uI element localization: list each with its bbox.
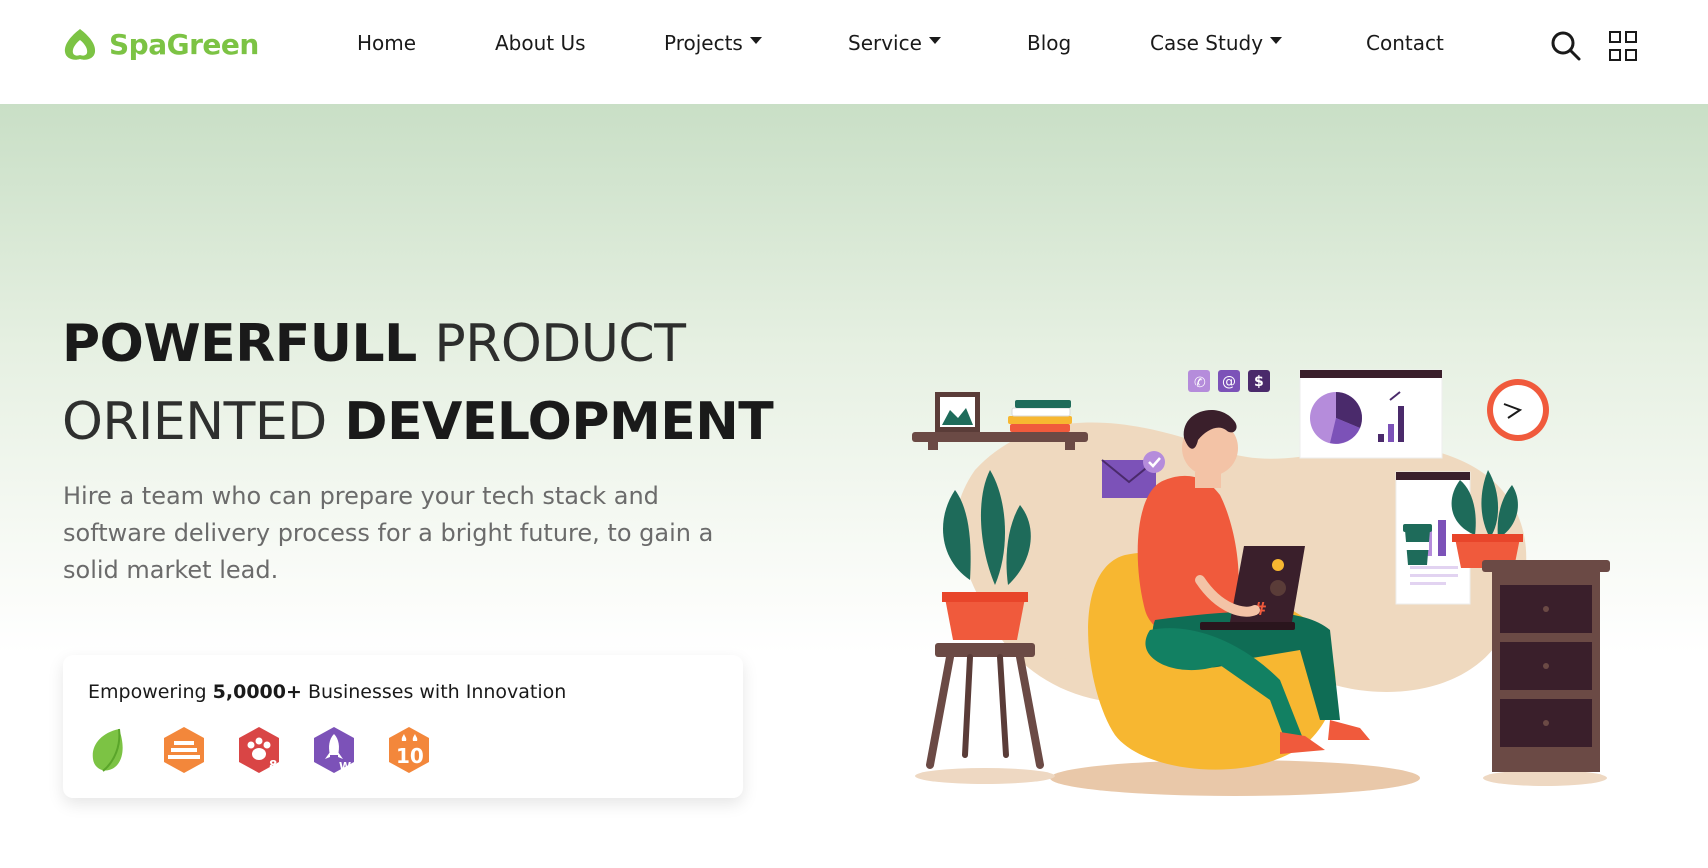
headline-line-1: POWERFULL PRODUCT bbox=[62, 305, 773, 383]
rocket-brand-icon[interactable]: W bbox=[309, 725, 359, 775]
contact-chips: ✆ @ $ bbox=[1188, 370, 1270, 392]
nav-projects-label: Projects bbox=[664, 31, 743, 55]
pie-chart-card bbox=[1299, 369, 1443, 459]
svg-text:$: $ bbox=[1254, 374, 1264, 390]
trust-text-count: 5,0000+ bbox=[212, 681, 302, 703]
nav-about-label: About Us bbox=[495, 31, 586, 55]
svg-text:✆: ✆ bbox=[1194, 375, 1206, 391]
nav-projects[interactable]: Projects bbox=[664, 31, 762, 55]
headline-bold-2: DEVELOPMENT bbox=[344, 392, 774, 452]
nav-blog[interactable]: Blog bbox=[1027, 31, 1071, 55]
search-button[interactable] bbox=[1550, 30, 1582, 62]
trust-card: Empowering 5,0000+ Businesses with Innov… bbox=[63, 655, 743, 798]
stack-brand-icon[interactable] bbox=[159, 725, 209, 775]
nav-case-study[interactable]: Case Study bbox=[1150, 31, 1283, 55]
logo-text: SpaGreen bbox=[109, 27, 259, 61]
headline-thin-1: PRODUCT bbox=[434, 314, 686, 374]
hero-subtitle: Hire a team who can prepare your tech st… bbox=[63, 482, 714, 584]
nav-home[interactable]: Home bbox=[357, 31, 416, 55]
nav-contact[interactable]: Contact bbox=[1366, 31, 1444, 55]
headline-thin-2: ORIENTED bbox=[62, 392, 327, 452]
chevron-down-icon bbox=[928, 36, 941, 44]
rocket-badge: W bbox=[339, 760, 351, 773]
logo[interactable]: SpaGreen bbox=[61, 26, 259, 62]
nav-service-label: Service bbox=[848, 31, 922, 55]
headline-bold-1: POWERFULL bbox=[62, 314, 417, 374]
trust-text-suffix: Businesses with Innovation bbox=[307, 681, 567, 703]
nav-service[interactable]: Service bbox=[848, 31, 941, 55]
search-icon bbox=[1551, 31, 1581, 61]
headline-line-2: ORIENTED DEVELOPMENT bbox=[62, 383, 774, 461]
hero-headline: POWERFULL PRODUCT ORIENTED DEVELOPMENT bbox=[62, 305, 774, 461]
nav-contact-label: Contact bbox=[1366, 31, 1444, 55]
nav-case-study-label: Case Study bbox=[1150, 31, 1264, 55]
paw-brand-icon[interactable]: 8 bbox=[234, 725, 284, 775]
wall-shelf bbox=[912, 392, 1088, 450]
trust-text-prefix: Empowering bbox=[88, 681, 207, 703]
clock-icon bbox=[1487, 379, 1549, 441]
plant-cabinet bbox=[1451, 470, 1523, 568]
leaf-brand-icon[interactable] bbox=[85, 725, 135, 775]
hero-illustration: ✆ @ $ # bbox=[912, 369, 1610, 796]
floor-shadow bbox=[1483, 770, 1607, 786]
ten-badge: 10 bbox=[396, 744, 424, 768]
svg-text:@: @ bbox=[1222, 374, 1236, 390]
site-header: SpaGreen Home About Us Projects Service … bbox=[0, 0, 1708, 104]
grid-menu-button[interactable] bbox=[1609, 31, 1637, 61]
blob-dot bbox=[1046, 658, 1080, 682]
logo-icon bbox=[64, 29, 96, 60]
cabinet bbox=[1482, 560, 1610, 772]
nav-home-label: Home bbox=[357, 31, 417, 55]
chevron-down-icon bbox=[749, 36, 762, 44]
chevron-down-icon bbox=[1270, 36, 1283, 44]
nav-about-us[interactable]: About Us bbox=[495, 31, 586, 55]
floor-shadow bbox=[915, 768, 1055, 784]
blob-dot bbox=[1264, 464, 1296, 486]
trust-text: Empowering 5,0000+ Businesses with Innov… bbox=[88, 681, 566, 703]
paw-badge: 8 bbox=[269, 758, 277, 772]
nav-blog-label: Blog bbox=[1027, 31, 1072, 55]
ten-brand-icon[interactable]: 10 bbox=[384, 725, 434, 775]
grid-menu-icon bbox=[1609, 31, 1637, 61]
